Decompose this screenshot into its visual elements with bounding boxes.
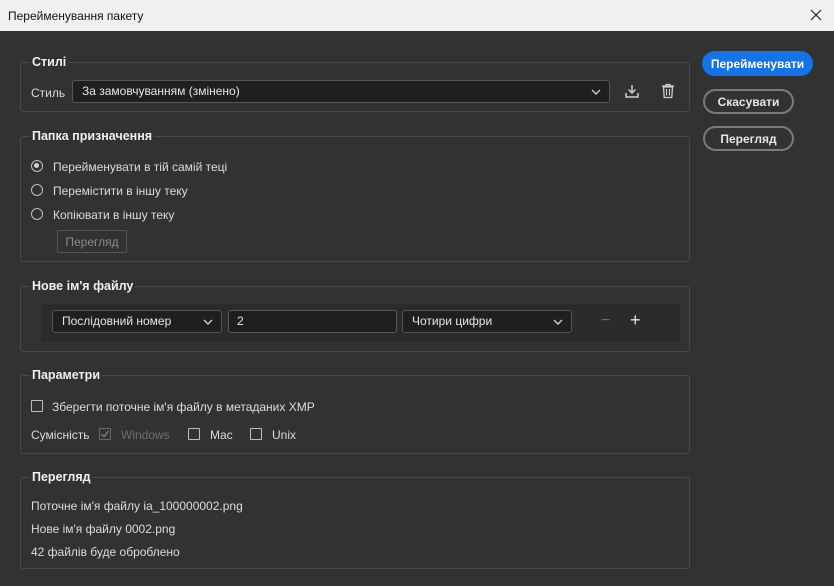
trash-icon[interactable]: [659, 82, 677, 100]
windows-label: Windows: [121, 428, 170, 442]
new-filename-panel: Нове ім'я файлу Послідовний номер 2 Чоти…: [20, 279, 690, 352]
chevron-down-icon: [553, 319, 563, 325]
compat-label: Сумісність: [31, 428, 90, 442]
close-icon[interactable]: [806, 5, 826, 25]
mac-label: Mac: [210, 428, 233, 442]
style-label: Стиль: [31, 86, 66, 100]
styles-panel: Стилі Стиль За замовчуванням (змінено): [20, 55, 690, 112]
window-title: Перейменування пакету: [8, 9, 144, 23]
name-type-value: Послідовний номер: [62, 314, 172, 328]
browse-folder-button: Перегляд: [57, 230, 127, 253]
digits-value: Чотири цифри: [412, 314, 493, 328]
new-filename-legend: Нове ім'я файлу: [30, 279, 136, 293]
radio-move-folder[interactable]: [31, 184, 43, 196]
new-filename-text: Нове ім'я файлу 0002.png: [31, 522, 176, 536]
rename-button[interactable]: Перейменувати: [702, 51, 813, 76]
chevron-down-icon: [203, 319, 213, 325]
keep-xmp-checkbox[interactable]: [31, 400, 43, 412]
destination-legend: Папка призначення: [30, 129, 155, 143]
name-type-select[interactable]: Послідовний номер: [52, 310, 222, 333]
radio-copy-folder-label: Копіювати в іншу теку: [53, 208, 175, 222]
current-filename-text: Поточне ім'я файлу ia_100000002.png: [31, 499, 243, 513]
windows-checkbox: [99, 428, 111, 440]
destination-panel: Папка призначення Перейменувати в тій са…: [20, 129, 690, 262]
radio-same-folder-label: Перейменувати в тій самій теці: [53, 160, 228, 174]
digits-select[interactable]: Чотири цифри: [402, 310, 572, 333]
mac-checkbox[interactable]: [188, 428, 200, 440]
remove-rule-button[interactable]: −: [601, 312, 610, 330]
save-style-icon[interactable]: [623, 82, 641, 100]
file-count-text: 42 файлів буде оброблено: [31, 545, 180, 559]
preview-legend: Перегляд: [30, 470, 93, 484]
cancel-button[interactable]: Скасувати: [703, 89, 794, 114]
preview-panel: Перегляд Поточне ім'я файлу ia_100000002…: [20, 470, 690, 569]
radio-move-folder-label: Перемістити в іншу теку: [53, 184, 188, 198]
unix-checkbox[interactable]: [250, 428, 262, 440]
add-rule-button[interactable]: +: [630, 310, 641, 331]
chevron-down-icon: [591, 89, 601, 95]
parameters-legend: Параметри: [30, 368, 102, 382]
preview-button[interactable]: Перегляд: [703, 126, 794, 151]
parameters-panel: Параметри Зберегти поточне ім'я файлу в …: [20, 368, 690, 454]
start-number-input[interactable]: 2: [228, 310, 397, 333]
radio-same-folder[interactable]: [31, 160, 43, 172]
keep-xmp-label: Зберегти поточне ім'я файлу в метаданих …: [52, 400, 315, 414]
styles-legend: Стилі: [30, 55, 69, 69]
title-bar: Перейменування пакету: [0, 0, 834, 31]
unix-label: Unix: [272, 428, 297, 442]
radio-copy-folder[interactable]: [31, 208, 43, 220]
style-select[interactable]: За замовчуванням (змінено): [72, 80, 610, 103]
style-select-value: За замовчуванням (змінено): [82, 84, 240, 98]
